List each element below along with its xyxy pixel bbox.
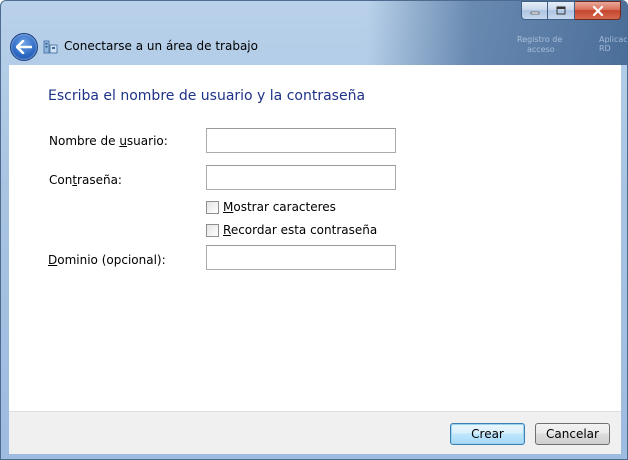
show-characters-option[interactable]: Mostrar caracteres bbox=[206, 200, 336, 214]
title-bar: Conectarse a un área de trabajo bbox=[43, 38, 258, 54]
minimize-button[interactable] bbox=[521, 1, 548, 20]
domain-label: Dominio (opcional): bbox=[48, 253, 166, 267]
password-input[interactable] bbox=[206, 165, 396, 190]
accelerator-key: u bbox=[119, 134, 127, 148]
show-characters-checkbox[interactable] bbox=[206, 200, 219, 214]
dialog-window: Registro de acceso Aplicaciones RD bbox=[0, 0, 628, 460]
username-input[interactable] bbox=[206, 128, 396, 153]
username-label: Nombre de usuario: bbox=[49, 134, 168, 148]
workplace-connection-icon bbox=[43, 38, 59, 54]
back-button[interactable] bbox=[10, 33, 38, 61]
caption-buttons bbox=[521, 1, 621, 20]
cancel-button[interactable]: Cancelar bbox=[535, 423, 610, 445]
label-text: ecordar esta contraseña bbox=[230, 223, 378, 237]
maximize-button[interactable] bbox=[548, 1, 575, 20]
label-text: ostrar caracteres bbox=[233, 200, 336, 214]
remember-password-option[interactable]: Recordar esta contraseña bbox=[206, 223, 377, 237]
maximize-icon bbox=[556, 6, 566, 15]
password-label: Contraseña: bbox=[49, 173, 122, 187]
glass-text: Aplicaciones RD bbox=[599, 35, 628, 53]
window-title: Conectarse a un área de trabajo bbox=[64, 39, 258, 53]
label-text: Nombre de bbox=[49, 134, 120, 148]
button-bar: Crear Cancelar bbox=[9, 411, 621, 454]
show-characters-label: Mostrar caracteres bbox=[223, 200, 336, 214]
label-text: Con bbox=[49, 173, 73, 187]
create-button[interactable]: Crear bbox=[450, 423, 525, 445]
back-arrow-icon bbox=[16, 40, 32, 54]
accelerator-key: D bbox=[48, 253, 58, 267]
label-text: suario: bbox=[126, 134, 168, 148]
label-text: ominio (opcional): bbox=[57, 253, 166, 267]
domain-input[interactable] bbox=[206, 245, 396, 270]
close-icon bbox=[592, 5, 603, 16]
minimize-icon bbox=[530, 11, 539, 14]
accelerator-key: R bbox=[223, 223, 231, 237]
close-button[interactable] bbox=[575, 1, 621, 20]
page-heading: Escriba el nombre de usuario y la contra… bbox=[48, 88, 366, 104]
glass-text: acceso bbox=[527, 45, 555, 54]
accelerator-key: M bbox=[223, 200, 234, 214]
glass-text: Registro de bbox=[517, 35, 563, 44]
label-text: raseña: bbox=[77, 173, 122, 187]
remember-password-checkbox[interactable] bbox=[206, 223, 219, 237]
content-panel: Escriba el nombre de usuario y la contra… bbox=[9, 65, 621, 411]
remember-password-label: Recordar esta contraseña bbox=[223, 223, 377, 237]
